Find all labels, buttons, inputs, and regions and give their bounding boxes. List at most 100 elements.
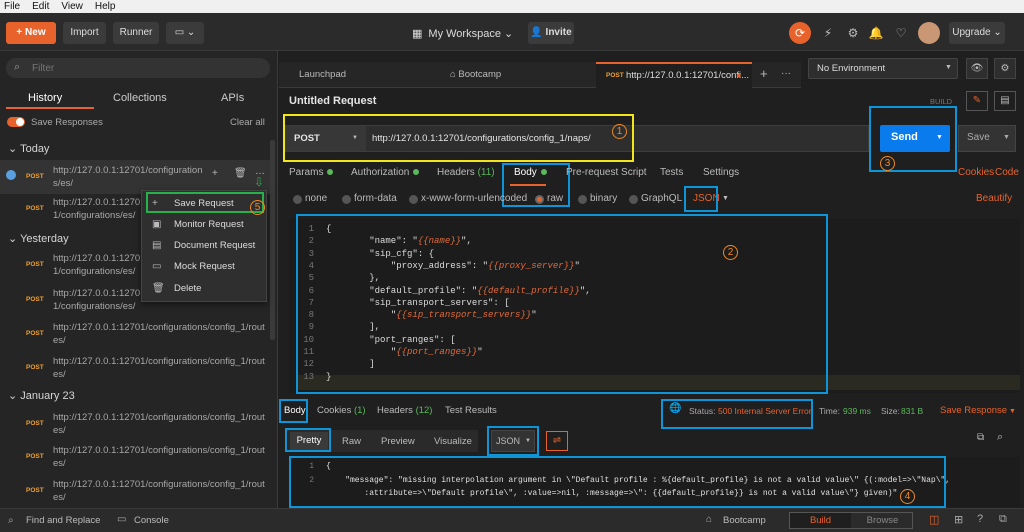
eye-icon[interactable]: 👁 [966,58,988,79]
history-item[interactable]: POST http://127.0.0.1:12701/configuratio… [0,355,270,389]
save-response-button[interactable]: Save Response ▼ [940,405,1016,416]
settings-gear-icon[interactable]: ⚙ [842,22,864,44]
sidebar-tab-apis[interactable]: APIs [221,92,244,104]
size-value[interactable]: 831 B [901,406,923,416]
radio-binary[interactable] [578,195,587,204]
runner-button[interactable]: Runner [113,22,159,44]
view-preview[interactable]: Preview [381,436,415,447]
radio-none[interactable] [293,195,302,204]
console-icon[interactable]: ▭ [117,514,126,525]
response-tab-headers[interactable]: Headers (12) [377,405,432,416]
history-item[interactable]: POST http://127.0.0.1:12701/configuratio… [0,411,270,445]
trash-icon[interactable]: 🗑 [234,168,247,179]
invite-button[interactable]: 👤 Invite [528,22,574,44]
tab-tests[interactable]: Tests [660,167,683,178]
view-visualize[interactable]: Visualize [434,436,472,447]
copy-icon[interactable]: ⧉ [977,432,984,443]
build-mode-button[interactable]: Build [790,513,851,528]
satellite-icon[interactable]: ⚡ [817,22,839,44]
add-icon[interactable]: + [212,168,218,179]
wrap-lines-icon[interactable]: ⇌ [546,431,568,451]
cookies-link[interactable]: Cookies [958,167,994,178]
radio-raw[interactable] [535,195,544,204]
delete-menu-item[interactable]: 🗑 Delete [142,279,266,299]
history-item[interactable]: POST http://127.0.0.1:12701/configuratio… [0,444,270,478]
import-button[interactable]: Import [63,22,106,44]
workspace-label: My Workspace [428,28,501,40]
tab-settings[interactable]: Settings [703,167,739,178]
help-icon[interactable]: ? [977,513,983,525]
environment-select[interactable]: No Environment ▼ [808,58,958,79]
tab-headers[interactable]: Headers (11) [437,167,495,178]
bootcamp-button[interactable]: Bootcamp [723,515,766,526]
menu-file[interactable]: File [4,0,20,13]
method-badge: POST [26,296,44,303]
document-request-menu-item[interactable]: ▤ Document Request [142,236,266,256]
bootcamp-icon[interactable]: ⌂ [706,514,712,525]
tab-authorization[interactable]: Authorization [351,167,420,178]
response-body-tab-highlight [279,399,308,423]
sidebar-tab-history[interactable]: History [28,92,62,104]
tab-label: http://127.0.0.1:12701/confi... [626,70,750,81]
tab-active-request[interactable]: POST http://127.0.0.1:12701/confi... ● [596,62,752,88]
console-button[interactable]: Console [134,515,169,526]
clear-all-button[interactable]: Clear all [230,117,265,128]
method-badge: POST [26,173,44,180]
find-icon[interactable]: ⌕ [8,515,14,526]
time-value[interactable]: 939 ms [843,406,871,416]
beautify-link[interactable]: Beautify [976,193,1012,204]
new-window-button[interactable]: ▭ ⌄ [166,22,204,44]
notifications-bell-icon[interactable]: 🔔 [865,22,887,44]
comments-icon[interactable]: ▤ [994,91,1016,111]
plus-icon: + [16,27,26,38]
find-and-replace-button[interactable]: Find and Replace [26,515,100,526]
settings-sliders-icon[interactable]: ⚙ [994,58,1016,79]
heart-icon[interactable]: ♡ [890,22,912,44]
history-group-today[interactable]: ⌄ Today [8,142,49,155]
tab-prerequest-script[interactable]: Pre-request Script [566,167,647,178]
layout-icon[interactable]: ⧉ [999,513,1007,526]
sync-icon[interactable]: ⟳ [789,22,811,44]
sidebar-tab-collections[interactable]: Collections [113,92,167,104]
menu-view[interactable]: View [61,0,83,13]
selection-checkbox-icon[interactable] [6,170,16,180]
method-badge: POST [26,205,44,212]
caret-down-icon[interactable]: ▼ [722,195,729,202]
upgrade-button[interactable]: Upgrade ⌄ [949,22,1005,44]
history-item[interactable]: POST http://127.0.0.1:12701/configuratio… [0,478,270,506]
history-group-yesterday[interactable]: ⌄ Yesterday [8,232,69,245]
code-link[interactable]: Code [995,167,1019,178]
unsaved-dot-icon[interactable]: ● [736,70,741,80]
annotation-2: 2 [723,245,738,260]
radio-urlencoded[interactable] [409,195,418,204]
response-tab-cookies[interactable]: Cookies (1) [317,405,366,416]
add-tab-icon[interactable]: + [760,66,768,81]
search-icon[interactable]: ⌕ [997,431,1003,444]
filter-input[interactable] [32,60,262,76]
radio-graphql[interactable] [629,195,638,204]
avatar[interactable] [918,22,940,44]
edit-pencil-icon[interactable]: ✎ [966,91,988,111]
tab-launchpad[interactable]: Launchpad [299,62,346,88]
menu-help[interactable]: Help [95,0,116,13]
menu-edit[interactable]: Edit [32,0,49,13]
two-pane-icon[interactable]: ◫ [929,513,939,526]
more-tabs-icon[interactable]: ··· [781,68,791,79]
history-item[interactable]: POST http://127.0.0.1:12701/configuratio… [0,321,270,355]
save-responses-toggle[interactable] [7,117,25,127]
save-button[interactable]: Save ▼ [958,125,1016,152]
workspace-selector[interactable]: ▦ My Workspace ⌄ [412,27,513,40]
tab-params[interactable]: Params [289,167,334,178]
radio-form-data[interactable] [342,195,351,204]
tab-bootcamp[interactable]: ⌂ Bootcamp [450,62,501,88]
sidebar-scrollbar[interactable] [270,140,275,340]
keyboard-icon[interactable]: ⊞ [954,513,963,526]
response-tab-test-results[interactable]: Test Results [445,405,497,416]
browse-mode-button[interactable]: Browse [852,513,913,528]
new-button[interactable]: + New [6,22,56,44]
mock-request-menu-item[interactable]: ▭ Mock Request [142,257,266,277]
request-title[interactable]: Untitled Request [289,95,376,107]
monitor-request-menu-item[interactable]: ▣ Monitor Request [142,215,266,235]
history-group-january-23[interactable]: ⌄ January 23 [8,389,75,402]
view-raw[interactable]: Raw [342,436,361,447]
